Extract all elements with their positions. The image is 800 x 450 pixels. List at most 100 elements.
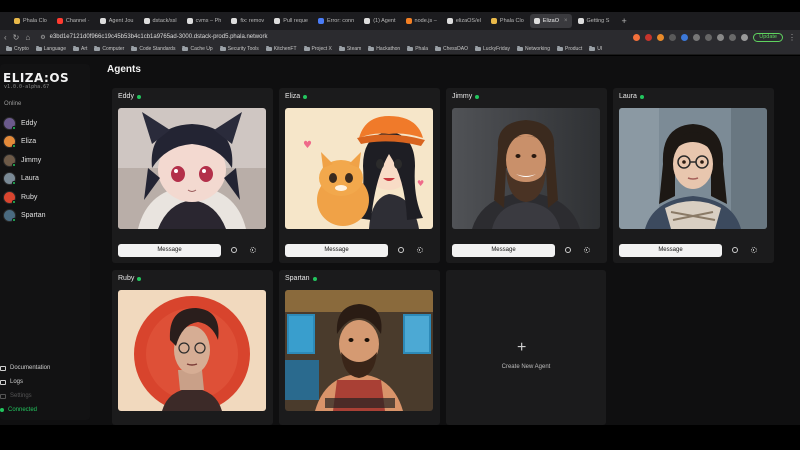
extension-icon[interactable] <box>705 33 713 41</box>
reload-icon[interactable]: ↻ <box>13 33 20 42</box>
agent-settings-button[interactable] <box>413 244 426 257</box>
page-title: Agents <box>107 64 141 75</box>
sidebar-item-eliza[interactable]: Eliza <box>3 133 88 152</box>
bookmark-folder[interactable]: Networking <box>516 45 550 52</box>
agent-card-actions: Message <box>285 243 435 257</box>
bookmark-folder[interactable]: Crypto <box>6 45 29 52</box>
browser-tab[interactable]: (1) Agent <box>360 14 399 28</box>
favicon-icon <box>143 18 150 24</box>
agent-info-button[interactable] <box>227 244 240 257</box>
agent-settings-button[interactable] <box>747 244 760 257</box>
online-dot-icon <box>12 218 16 223</box>
close-tab-icon[interactable]: × <box>564 18 568 24</box>
online-dot-icon <box>475 94 480 99</box>
bookmark-folder[interactable]: Code Standards <box>131 45 175 52</box>
gear-icon <box>416 247 423 253</box>
message-button[interactable]: Message <box>118 243 221 257</box>
bookmark-folder[interactable]: ChessDAO <box>435 45 469 52</box>
browser-tab[interactable]: Agent Jou <box>96 14 138 28</box>
folder-icon <box>265 45 272 52</box>
agent-settings-button[interactable] <box>246 244 259 257</box>
bookmark-folder[interactable]: Computer <box>94 45 124 52</box>
agent-card-header: Laura <box>619 93 644 100</box>
metamask-icon[interactable] <box>657 33 665 41</box>
browser-tab[interactable]: Phala Clo <box>10 14 51 28</box>
agent-card-header: Ruby <box>118 275 142 282</box>
browser-tab[interactable]: Phala Clo <box>487 14 528 28</box>
brave-shield-icon[interactable] <box>633 33 641 41</box>
bookmark-folder[interactable]: KitchenFT <box>265 45 297 52</box>
sidebar-item-laura[interactable]: Laura <box>3 170 88 189</box>
bookmark-folder[interactable]: Hackathon <box>368 45 400 52</box>
extension-icon[interactable] <box>681 33 689 41</box>
favicon-icon <box>231 18 238 24</box>
bookmark-folder[interactable]: Project X <box>303 45 332 52</box>
bookmark-folder[interactable]: Steam <box>338 45 361 52</box>
sidebar-link-logs[interactable]: Logs <box>0 375 88 389</box>
agent-info-button[interactable] <box>561 244 574 257</box>
new-tab-button[interactable]: + <box>615 16 632 26</box>
browser-tab[interactable]: cvms – Ph <box>183 14 226 28</box>
agent-portrait-laura <box>619 108 767 229</box>
browser-tab[interactable]: dstack/ssl <box>140 14 181 28</box>
message-button[interactable]: Message <box>619 243 722 257</box>
agent-card-jimmy: Jimmy Message <box>446 88 607 263</box>
browser-tab[interactable]: fix: remov <box>227 14 268 28</box>
favicon-icon <box>577 18 584 24</box>
brave-rewards-icon[interactable] <box>645 33 653 41</box>
browser-tab[interactable]: elizaOS/el <box>443 14 485 28</box>
agent-card-laura: Laura Message <box>613 88 774 263</box>
folder-icon <box>475 45 482 52</box>
bookmark-folder[interactable]: LuckyFriday <box>475 45 510 52</box>
bookmark-folder[interactable]: UI <box>589 45 602 52</box>
agent-name: Jimmy <box>452 93 473 100</box>
sidebar-item-ruby[interactable]: Ruby <box>3 188 88 207</box>
sidebar-item-spartan[interactable]: Spartan <box>3 207 88 226</box>
agent-settings-button[interactable] <box>580 244 593 257</box>
browser-tab[interactable]: Getting S <box>574 14 614 28</box>
sidebar-item-label: Jimmy <box>21 156 42 164</box>
agent-info-button[interactable] <box>728 244 741 257</box>
extension-icon[interactable] <box>669 33 677 41</box>
back-icon[interactable]: ‹ <box>4 33 7 42</box>
screen-bottom-border <box>0 425 800 450</box>
sidebar-link-settings[interactable]: Settings <box>0 389 88 403</box>
toolbar-extensions: Update ⋮ <box>633 32 796 42</box>
menu-icon[interactable]: ⋮ <box>788 33 796 42</box>
tab-label: dstack/ssl <box>152 18 177 24</box>
favicon-icon <box>317 18 324 24</box>
update-button[interactable]: Update <box>753 32 783 42</box>
agent-info-button[interactable] <box>394 244 407 257</box>
extension-icon[interactable] <box>729 33 737 41</box>
bookmark-folder[interactable]: Art <box>72 45 87 52</box>
create-agent-card[interactable]: + Create New Agent <box>446 270 606 425</box>
sidebar-link-documentation[interactable]: Documentation <box>0 361 88 375</box>
browser-tab[interactable]: ElizaO × <box>529 14 572 28</box>
browser-tab[interactable]: Error: conn <box>314 14 358 28</box>
url-field[interactable]: ⚙ e3bd1e7121d0f966c19c45b53b4c1cb1a9765a… <box>36 31 272 43</box>
bookmark-label: Product <box>564 46 583 52</box>
bookmark-label: ChessDAO <box>443 46 469 52</box>
site-info-icon[interactable]: ⚙ <box>40 34 45 41</box>
home-icon[interactable]: ⌂ <box>25 33 30 42</box>
extension-icon[interactable] <box>741 33 749 41</box>
message-button[interactable]: Message <box>285 243 388 257</box>
browser-tab[interactable]: node.js – <box>402 14 441 28</box>
bookmark-folder[interactable]: Language <box>35 45 66 52</box>
bookmark-folder[interactable]: Cache Up <box>182 45 213 52</box>
agent-portrait-eliza: ♥ ♥ <box>285 108 433 229</box>
extension-icon[interactable] <box>693 33 701 41</box>
extension-icon[interactable] <box>717 33 725 41</box>
online-dot-icon <box>639 94 644 99</box>
sidebar-item-eddy[interactable]: Eddy <box>3 114 88 133</box>
message-button[interactable]: Message <box>452 243 555 257</box>
bookmark-folder[interactable]: Security Tools <box>219 45 259 52</box>
browser-tab[interactable]: Pull reque <box>270 14 312 28</box>
bookmark-folder[interactable]: Phala <box>407 45 428 52</box>
browser-tab[interactable]: Channel · <box>53 14 94 28</box>
sidebar-item-jimmy[interactable]: Jimmy <box>3 151 88 170</box>
bookmark-folder[interactable]: Product <box>556 45 583 52</box>
agent-portrait-jimmy <box>452 108 600 229</box>
app-logo[interactable]: ELIZA:OS <box>3 71 69 85</box>
tab-label: Pull reque <box>283 18 308 24</box>
